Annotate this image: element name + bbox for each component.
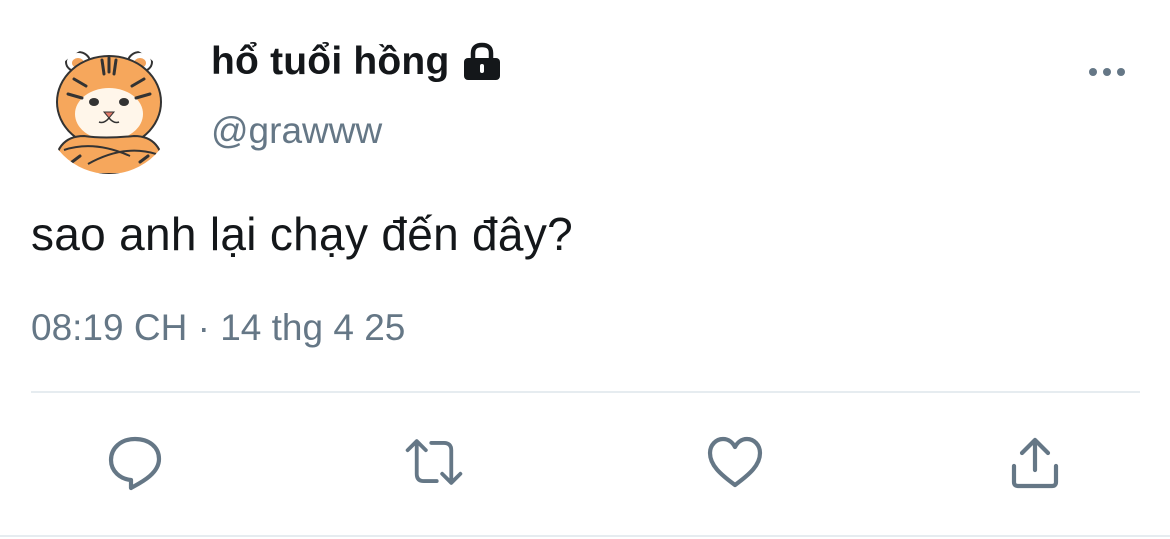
tiger-avatar-image xyxy=(44,44,174,174)
author-info: hổ tuổi hồng xyxy=(211,40,503,84)
more-options-button[interactable] xyxy=(1085,60,1129,84)
retweet-button[interactable] xyxy=(404,432,464,492)
like-button[interactable] xyxy=(705,432,765,492)
action-bar xyxy=(0,432,1170,492)
bottom-divider xyxy=(0,535,1170,537)
user-handle[interactable]: @grawww xyxy=(211,110,382,152)
tweet-card: hổ tuổi hồng @grawww sao anh lại chạy đế… xyxy=(0,0,1170,539)
tweet-timestamp[interactable]: 08:19 CH · 14 thg 4 25 xyxy=(31,307,405,349)
lock-icon xyxy=(461,42,503,82)
share-icon xyxy=(1011,437,1059,489)
divider xyxy=(31,391,1140,393)
ellipsis-icon xyxy=(1089,68,1125,76)
like-icon xyxy=(707,436,763,488)
display-name[interactable]: hổ tuổi hồng xyxy=(211,40,449,84)
tweet-text: sao anh lại chạy đến đây? xyxy=(31,208,574,260)
retweet-icon xyxy=(405,439,463,485)
reply-button[interactable] xyxy=(105,432,165,492)
reply-icon xyxy=(108,436,162,491)
avatar[interactable] xyxy=(44,44,174,174)
share-button[interactable] xyxy=(1005,432,1065,492)
